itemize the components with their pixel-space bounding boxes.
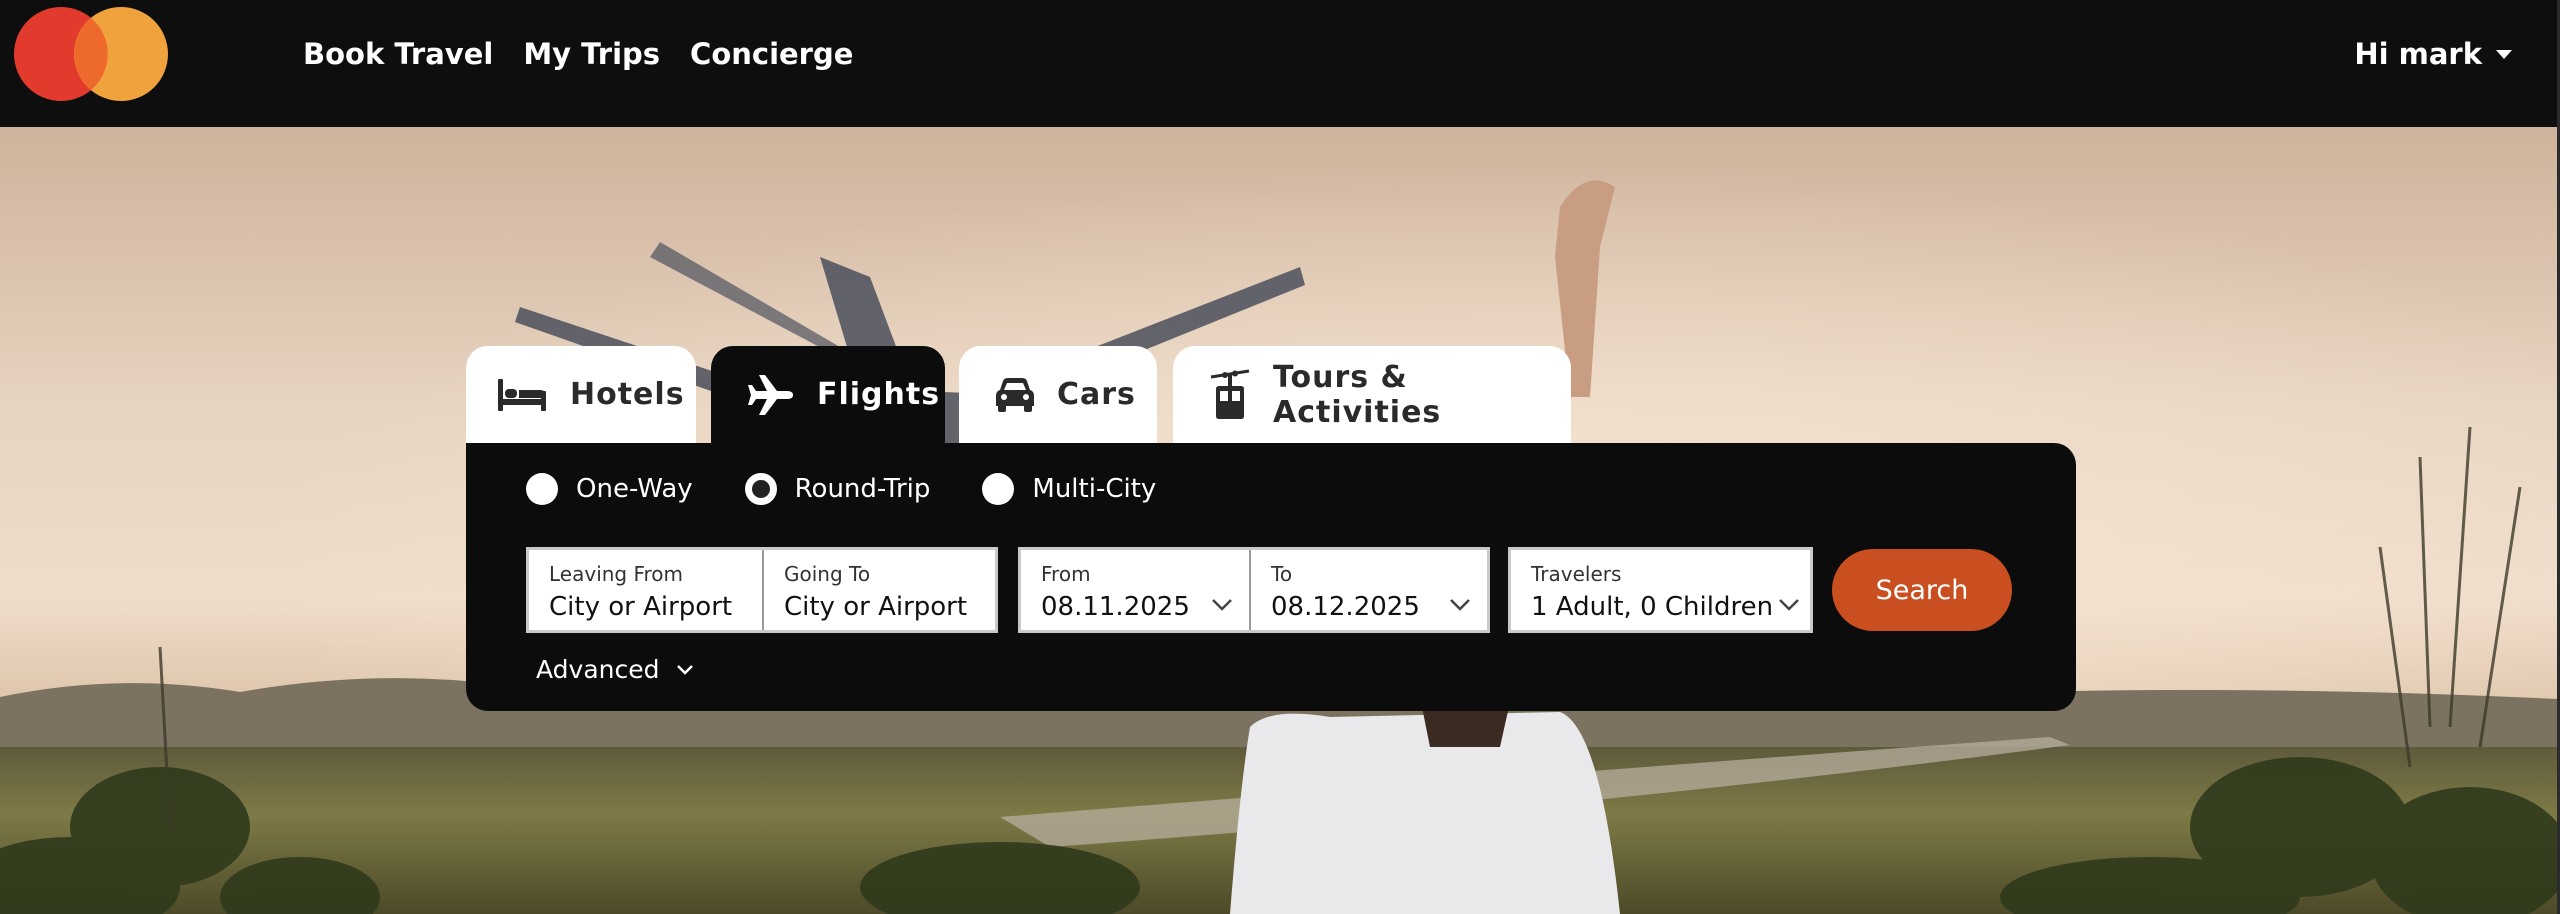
chevron-down-icon [1779, 599, 1799, 611]
leaving-from-label: Leaving From [549, 562, 684, 586]
tab-hotels[interactable]: Hotels [466, 346, 696, 443]
nav-concierge[interactable]: Concierge [690, 37, 853, 71]
tab-flights[interactable]: Flights [711, 346, 945, 443]
radio-one-way-label: One-Way [576, 474, 693, 504]
radio-multi-city-label: Multi-City [1032, 474, 1157, 504]
flight-search-panel: One-Way Round-Trip Multi-City Leaving Fr… [466, 443, 2076, 711]
chevron-down-icon [1212, 599, 1232, 611]
user-greeting: Hi mark [2354, 37, 2482, 71]
going-to-field[interactable]: Going To City or Airport [761, 550, 995, 630]
chevron-down-icon [676, 664, 693, 675]
tab-flights-label: Flights [817, 377, 941, 412]
city-fields: Leaving From City or Airport Going To Ci… [526, 547, 998, 633]
chevron-down-icon [1450, 599, 1470, 611]
travelers-field-group: Travelers 1 Adult, 0 Children [1508, 547, 1813, 633]
radio-one-way[interactable]: One-Way [526, 473, 693, 505]
radio-circle-icon [526, 473, 558, 505]
leaving-from-value: City or Airport [549, 592, 733, 622]
travelers-value: 1 Adult, 0 Children [1531, 592, 1774, 622]
advanced-label: Advanced [536, 655, 660, 684]
tab-cars-label: Cars [1057, 377, 1136, 412]
nav-my-trips[interactable]: My Trips [523, 37, 660, 71]
trip-type-group: One-Way Round-Trip Multi-City [526, 473, 1156, 505]
to-date-label: To [1271, 562, 1293, 586]
radio-circle-icon [982, 473, 1015, 505]
to-date-field[interactable]: To 08.12.2025 [1249, 550, 1487, 630]
travelers-field[interactable]: Travelers 1 Adult, 0 Children [1511, 550, 1810, 630]
bed-icon [498, 378, 546, 411]
going-to-label: Going To [783, 562, 871, 586]
travelers-label: Travelers [1531, 562, 1622, 586]
to-date-value: 08.12.2025 [1271, 592, 1420, 622]
top-navigation-bar: Book Travel My Trips Concierge Hi mark [0, 0, 2560, 127]
advanced-toggle[interactable]: Advanced [536, 655, 694, 684]
tab-tours-activities[interactable]: Tours & Activities [1173, 346, 1571, 443]
radio-selected-icon [744, 473, 777, 505]
radio-multi-city[interactable]: Multi-City [982, 473, 1156, 505]
tab-hotels-label: Hotels [570, 377, 685, 412]
from-date-value: 08.11.2025 [1041, 592, 1190, 622]
tab-tours-label: Tours & Activities [1273, 359, 1442, 430]
tab-cars[interactable]: Cars [959, 346, 1157, 443]
date-fields: From 08.11.2025 To 08.12.2025 [1018, 547, 1490, 633]
search-button[interactable]: Search [1832, 549, 2012, 631]
airplane-icon [748, 374, 793, 415]
from-date-label: From [1041, 562, 1091, 586]
leaving-from-field[interactable]: Leaving From City or Airport [529, 550, 762, 630]
radio-round-trip[interactable]: Round-Trip [744, 473, 931, 505]
caret-down-icon [2496, 49, 2512, 59]
nav-book-travel[interactable]: Book Travel [303, 37, 493, 71]
cable-car-icon [1210, 369, 1250, 419]
brand-logo[interactable] [14, 6, 168, 102]
car-icon [996, 377, 1034, 412]
user-menu[interactable]: Hi mark [2354, 0, 2512, 108]
going-to-value: City or Airport [783, 592, 968, 622]
main-nav: Book Travel My Trips Concierge [303, 0, 853, 108]
from-date-field[interactable]: From 08.11.2025 [1021, 550, 1249, 630]
radio-round-trip-label: Round-Trip [794, 474, 931, 504]
